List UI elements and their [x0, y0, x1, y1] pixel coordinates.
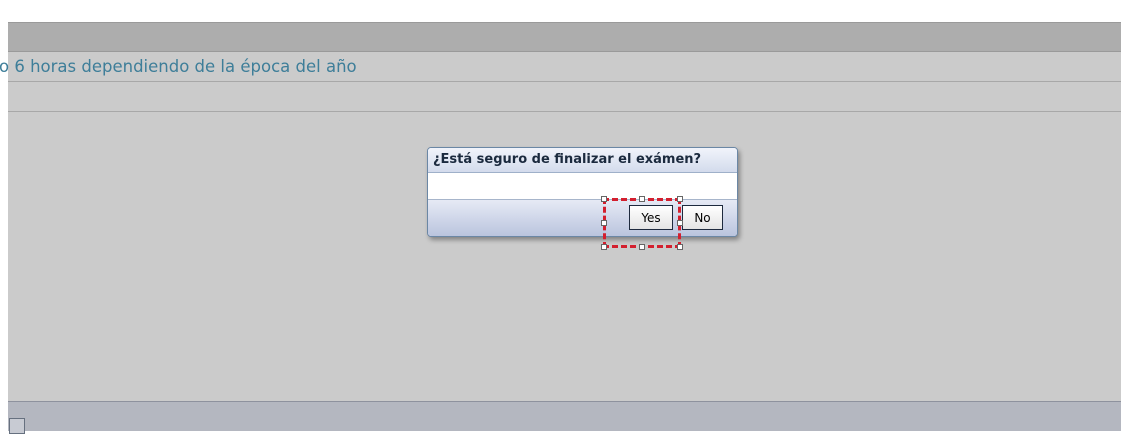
question-row: o 6 horas dependiendo de la época del añ…	[0, 52, 1121, 82]
question-text: o 6 horas dependiendo de la época del añ…	[0, 57, 357, 76]
footer-checkbox[interactable]	[9, 418, 25, 434]
dialog-title: ¿Está seguro de finalizar el exámen?	[428, 148, 737, 173]
left-margin	[0, 22, 8, 431]
no-button[interactable]: No	[682, 205, 723, 230]
dialog-button-bar: Yes No	[428, 200, 737, 236]
header-bar	[8, 22, 1121, 52]
answer-row	[8, 82, 1121, 112]
top-margin	[0, 0, 1121, 22]
footer-bar	[8, 401, 1121, 431]
yes-button[interactable]: Yes	[629, 205, 673, 230]
dialog-body	[428, 173, 737, 200]
confirm-finish-dialog: ¿Está seguro de finalizar el exámen? Yes…	[427, 147, 738, 237]
